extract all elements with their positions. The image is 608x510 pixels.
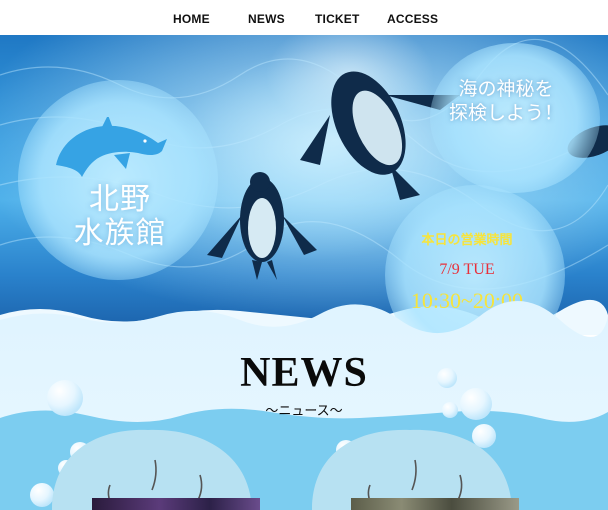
news-item-thumbnail[interactable] [92,498,260,510]
hours-date: 7/9 TUE [439,261,495,278]
dolphin-icon [56,117,167,177]
tagline: 海の神秘を 探検しよう！ [440,77,572,125]
site-title: 北野 水族館 [40,183,200,251]
news-item-thumbnail[interactable] [351,498,519,510]
nav-link-access[interactable]: ACCESS [387,12,438,26]
tagline-line1: 海の神秘を [458,78,554,100]
nav-link-home[interactable]: HOME [173,12,210,26]
nav-link-ticket[interactable]: TICKET [315,12,360,26]
nav-link-news[interactable]: NEWS [248,12,285,26]
hours-label: 本日の営業時間 [421,233,513,248]
site-title-line2: 水族館 [73,216,167,251]
top-nav: HOME NEWS TICKET ACCESS [0,0,608,35]
tagline-line2: 探検しよう！ [448,102,563,124]
site-title-line1: 北野 [89,182,151,217]
news-heading: NEWS [240,350,368,396]
news-subheading: 〜ニュース〜 [265,404,343,419]
